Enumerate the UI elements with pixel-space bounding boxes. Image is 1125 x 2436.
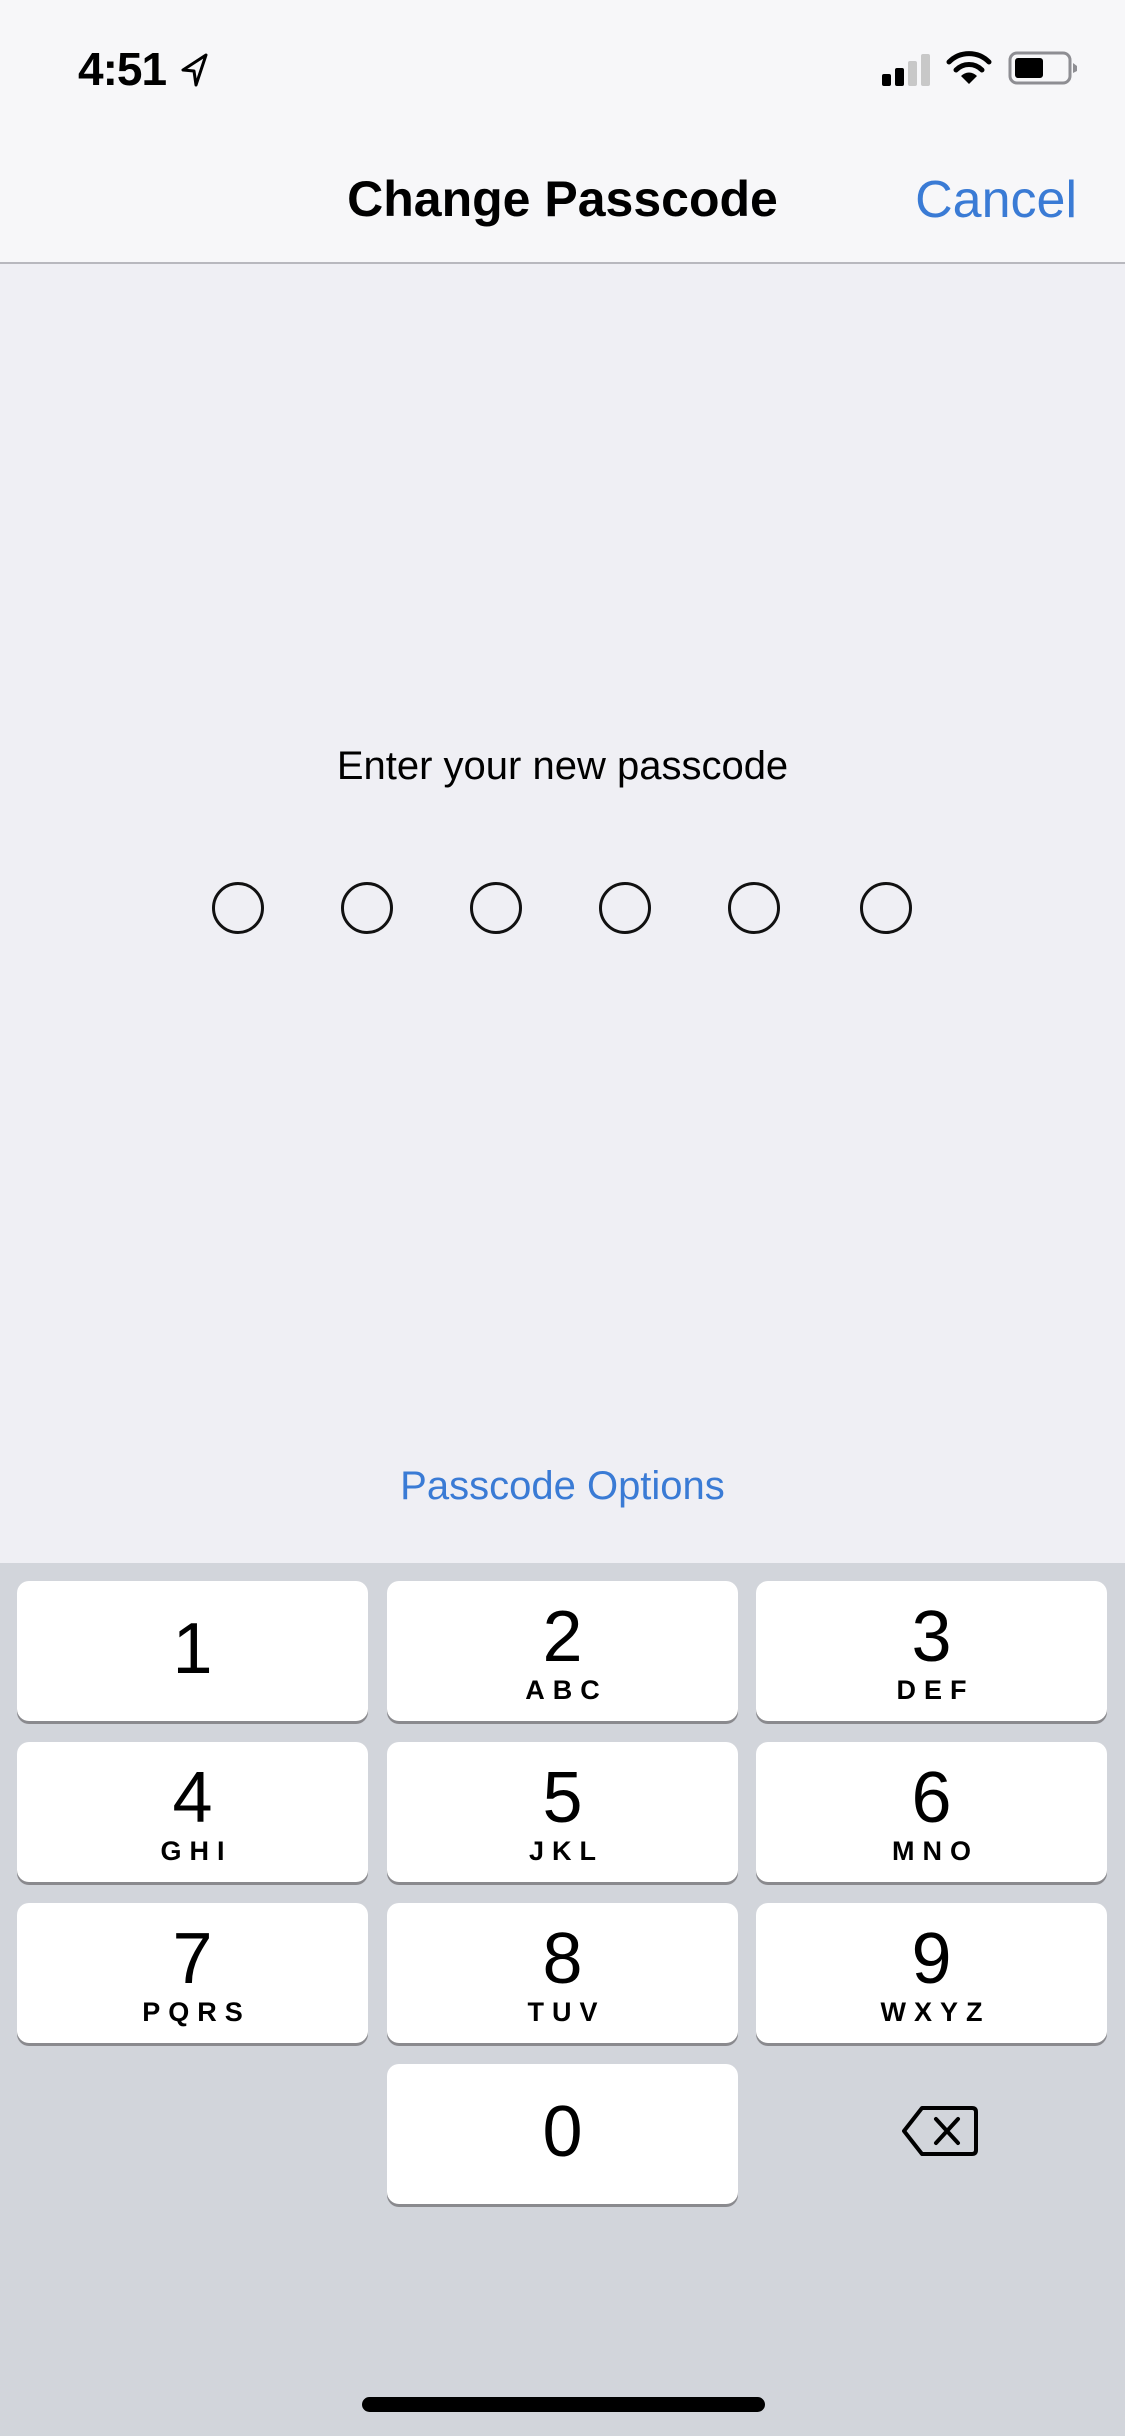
key-0[interactable]: 0 — [387, 2064, 738, 2204]
key-4[interactable]: 4 GHI — [17, 1742, 368, 1882]
passcode-dot — [860, 882, 912, 934]
key-letters: MNO — [892, 1836, 979, 1866]
location-arrow-icon — [181, 53, 208, 87]
wifi-icon — [946, 51, 992, 84]
key-letters: ABC — [525, 1675, 608, 1705]
key-7[interactable]: 7 PQRS — [17, 1903, 368, 2043]
passcode-dots — [0, 882, 1125, 942]
passcode-dot — [728, 882, 780, 934]
key-letters: JKL — [528, 1836, 604, 1866]
key-digit: 8 — [542, 1919, 583, 1999]
key-digit: 0 — [542, 2092, 583, 2172]
passcode-dot — [599, 882, 651, 934]
status-time: 4:51 — [78, 43, 167, 95]
backspace-icon[interactable] — [900, 2104, 980, 2158]
cancel-button[interactable]: Cancel — [915, 170, 1077, 230]
key-5[interactable]: 5 JKL — [387, 1742, 738, 1882]
passcode-dot — [341, 882, 393, 934]
key-3[interactable]: 3 DEF — [756, 1581, 1107, 1721]
passcode-dot — [212, 882, 264, 934]
home-indicator[interactable] — [362, 2397, 765, 2412]
key-letters: PQRS — [142, 1997, 251, 2027]
key-6[interactable]: 6 MNO — [756, 1742, 1107, 1882]
numeric-keypad: 1 2 ABC 3 DEF 4 GHI 5 JKL 6 MNO 7 PQRS 8… — [0, 1563, 1125, 2436]
key-letters: WXYZ — [880, 1997, 991, 2027]
cellular-signal-icon — [882, 54, 930, 86]
key-letters: GHI — [160, 1836, 233, 1866]
key-digit: 9 — [911, 1919, 952, 1999]
key-letters: DEF — [896, 1675, 975, 1705]
key-digit: 1 — [172, 1609, 213, 1689]
key-1[interactable]: 1 — [17, 1581, 368, 1721]
key-digit: 6 — [911, 1758, 952, 1838]
key-letters: TUV — [527, 1997, 606, 2027]
navigation-bar: Change Passcode Cancel — [0, 132, 1125, 264]
passcode-options-button[interactable]: Passcode Options — [0, 1464, 1125, 1509]
key-2[interactable]: 2 ABC — [387, 1581, 738, 1721]
key-digit: 7 — [172, 1919, 213, 1999]
key-9[interactable]: 9 WXYZ — [756, 1903, 1107, 2043]
battery-icon — [1008, 51, 1077, 85]
passcode-prompt: Enter your new passcode — [336, 744, 789, 788]
key-digit: 4 — [172, 1758, 213, 1838]
key-8[interactable]: 8 TUV — [387, 1903, 738, 2043]
battery-level-fill — [1015, 58, 1043, 78]
key-digit: 5 — [542, 1758, 583, 1838]
passcode-dot — [470, 882, 522, 934]
key-digit: 2 — [542, 1597, 583, 1677]
key-digit: 3 — [911, 1597, 952, 1677]
status-bar: 4:51 — [0, 0, 1125, 132]
